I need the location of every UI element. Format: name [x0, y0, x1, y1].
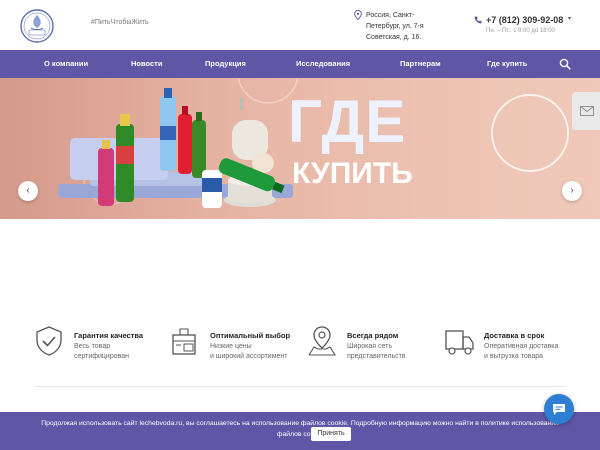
- search-icon[interactable]: [559, 58, 571, 70]
- feature-text: Оперативная доставка: [484, 343, 559, 350]
- feature-choice: Оптимальный выбор Низкие цены и широкий …: [170, 325, 305, 375]
- accept-cookies-button[interactable]: Принять: [311, 427, 351, 441]
- feature-title: Доставка в срок: [484, 331, 545, 340]
- location-pin-icon: [354, 10, 362, 20]
- mail-icon: [580, 106, 594, 116]
- feature-text: и выгрузка товара: [484, 353, 544, 360]
- site-header: #ПитьЧтобыЖить Россия, Санкт-Петербург, …: [0, 0, 600, 50]
- feature-title: Всегда рядом: [347, 331, 399, 340]
- main-nav: О компании Новости Продукция Исследовани…: [0, 50, 600, 78]
- logo[interactable]: [20, 8, 54, 44]
- map-pin-icon: [308, 326, 336, 356]
- feature-title: Оптимальный выбор: [210, 331, 291, 340]
- nav-item-about[interactable]: О компании: [44, 50, 88, 78]
- nav-item-news[interactable]: Новости: [131, 50, 162, 78]
- phone-number[interactable]: +7 (812) 309-92-08: [486, 15, 563, 25]
- cookie-text-line1: Продолжая использовать сайт lechebvoda.r…: [41, 420, 559, 427]
- chevron-down-icon[interactable]: ▾: [568, 15, 571, 22]
- hero-title-line1: ГДЕ: [288, 88, 407, 155]
- section-divider: [35, 386, 565, 387]
- nav-item-where-to-buy[interactable]: Где купить: [487, 50, 527, 78]
- hero-banner[interactable]: ГДЕ КУПИТЬ ‹ ›: [0, 78, 600, 219]
- feature-text: Низкие цены: [210, 343, 252, 350]
- feature-nearby: Всегда рядом Широкая сеть представительс…: [307, 325, 442, 375]
- feature-delivery: Доставка в срок Оперативная доставка и в…: [444, 325, 579, 375]
- feature-text: сертифицирован: [74, 353, 130, 360]
- nav-item-partners[interactable]: Партнерам: [400, 50, 441, 78]
- slogan: #ПитьЧтобыЖить: [91, 19, 149, 26]
- chat-icon: [553, 404, 565, 415]
- shield-check-icon: [36, 326, 62, 356]
- nav-item-research[interactable]: Исследования: [296, 50, 350, 78]
- cookie-text: Продолжая использовать сайт lechebvoda.r…: [20, 418, 580, 440]
- delivery-truck-icon: [445, 330, 474, 355]
- feature-text: и широкий ассортимент: [210, 353, 288, 360]
- working-hours: Пн. – Пт.: с 9:00 до 18:00: [486, 28, 555, 34]
- phone-icon: [474, 16, 482, 24]
- cookie-banner: Продолжая использовать сайт lechebvoda.r…: [0, 412, 600, 450]
- page: #ПитьЧтобыЖить Россия, Санкт-Петербург, …: [0, 0, 600, 450]
- side-mail-tab[interactable]: [572, 92, 600, 130]
- carousel-prev-button[interactable]: ‹: [18, 181, 38, 201]
- box-tag-icon: [172, 328, 196, 355]
- feature-title: Гарантия качества: [74, 331, 144, 340]
- address: Россия, Санкт-Петербург, ул. 7-я Советск…: [366, 12, 424, 41]
- nav-item-products[interactable]: Продукция: [205, 50, 246, 78]
- feature-text: Весь товар: [74, 343, 111, 350]
- chat-button[interactable]: [544, 394, 574, 424]
- carousel-next-button[interactable]: ›: [562, 181, 582, 201]
- feature-quality: Гарантия качества Весь товар сертифициро…: [34, 325, 169, 375]
- feature-text: Широкая сеть: [347, 343, 392, 350]
- hero-title-line2: КУПИТЬ: [292, 157, 413, 190]
- feature-text: представительств: [347, 353, 406, 360]
